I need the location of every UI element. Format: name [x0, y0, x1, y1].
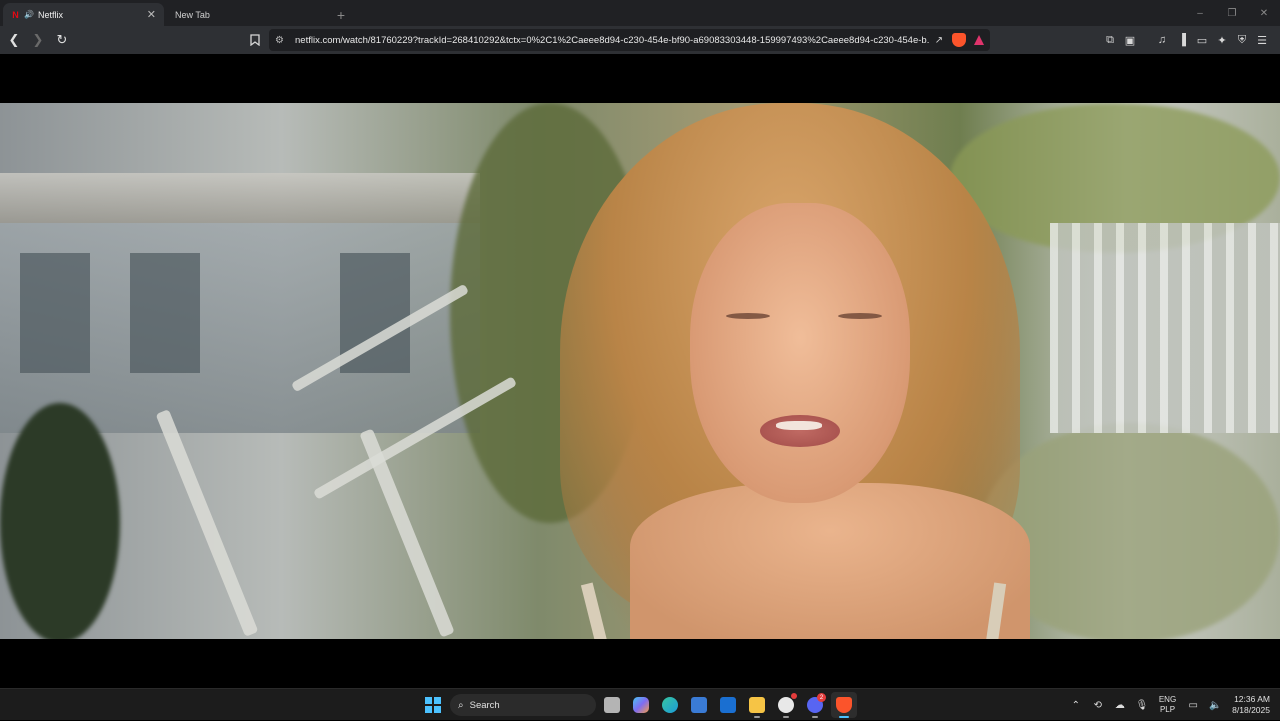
discord-icon[interactable]: 2	[802, 692, 828, 718]
tab-strip: N 🔊 Netflix ✕ New Tab +	[0, 0, 1280, 26]
taskbar-search[interactable]: ⌕ Search	[450, 694, 596, 716]
outlook-icon[interactable]	[715, 692, 741, 718]
speaker-icon[interactable]: 🔊	[24, 10, 34, 19]
brave-shield-icon[interactable]	[952, 33, 966, 47]
github-icon[interactable]	[773, 692, 799, 718]
notification-badge	[791, 693, 797, 699]
search-icon: ⌕	[458, 699, 464, 711]
windows-start-icon[interactable]	[422, 694, 444, 716]
clock-time: 12:36 AM	[1234, 694, 1270, 704]
chevron-up-icon[interactable]: ⌃	[1065, 700, 1087, 711]
brave-icon[interactable]	[831, 692, 857, 718]
reader-icon[interactable]: ▣	[1120, 30, 1140, 50]
tab-new-tab[interactable]: New Tab	[167, 3, 328, 26]
cloud-off-icon[interactable]: ☁	[1109, 700, 1131, 711]
notification-badge: 2	[817, 693, 826, 702]
video-player[interactable]	[0, 54, 1280, 688]
menu-icon[interactable]: ☰	[1252, 30, 1272, 50]
clock[interactable]: 12:36 AM 8/18/2025	[1232, 694, 1270, 716]
media-icon[interactable]: ♫	[1152, 30, 1172, 50]
bookmark-icon[interactable]	[247, 30, 263, 50]
toolbar-right: ⧉ ▣ ♫ ▐ ▭ ✦ ⛨ ☰	[1100, 30, 1272, 50]
sidebar-icon[interactable]: ▐	[1172, 30, 1192, 50]
clock-date: 8/18/2025	[1232, 705, 1270, 715]
search-label: Search	[469, 699, 500, 711]
share-icon[interactable]: ↗	[930, 35, 948, 46]
netflix-favicon-icon: N	[12, 9, 19, 20]
leo-ai-icon[interactable]: ✦	[1212, 30, 1232, 50]
video-frame	[0, 103, 1280, 639]
file-explorer-icon[interactable]	[744, 692, 770, 718]
task-view-icon[interactable]	[599, 692, 625, 718]
back-arrow-icon[interactable]: ❮	[4, 30, 24, 50]
vpn-icon[interactable]: ⛨	[1232, 30, 1252, 50]
taskbar: ⌕ Search 2 ⌃ ⟲ ☁ 🎙 ENG PLP ▭ 🔈 12:36 AM …	[0, 688, 1280, 720]
store-icon[interactable]	[686, 692, 712, 718]
brave-rewards-icon[interactable]	[974, 35, 984, 45]
network-icon[interactable]: ▭	[1182, 700, 1204, 711]
tab-netflix[interactable]: N 🔊 Netflix ✕	[3, 3, 164, 26]
taskbar-apps: ⌕ Search 2	[422, 692, 857, 718]
microphone-icon[interactable]: 🎙	[1131, 700, 1153, 711]
sync-icon[interactable]: ⟲	[1087, 700, 1109, 711]
edge-icon[interactable]	[657, 692, 683, 718]
minimize-button[interactable]: –	[1184, 0, 1216, 26]
restore-button[interactable]: ❐	[1216, 0, 1248, 26]
reload-icon[interactable]: ↻	[52, 30, 72, 50]
close-tab-icon[interactable]: ✕	[147, 8, 156, 21]
tab-title: Netflix	[37, 9, 63, 20]
address-bar[interactable]: ⚙ netflix.com/watch/81760229?trackId=268…	[269, 29, 990, 51]
tune-icon[interactable]: ⚙	[275, 35, 291, 46]
browser-toolbar: ❮ ❯ ↻ ⚙ netflix.com/watch/81760229?track…	[0, 26, 1280, 54]
close-window-button[interactable]: ✕	[1248, 0, 1280, 26]
language-indicator[interactable]: ENG PLP	[1159, 695, 1176, 715]
window-controls: – ❐ ✕	[1184, 0, 1280, 26]
tab-title: New Tab	[175, 9, 210, 20]
copilot-icon[interactable]	[628, 692, 654, 718]
volume-icon[interactable]: 🔈	[1204, 700, 1226, 711]
system-tray: ⌃ ⟲ ☁ 🎙 ENG PLP ▭ 🔈 12:36 AM 8/18/2025	[1065, 689, 1270, 721]
extensions-icon[interactable]: ⧉	[1100, 30, 1120, 50]
wallet-icon[interactable]: ▭	[1192, 30, 1212, 50]
forward-arrow-icon[interactable]: ❯	[28, 30, 48, 50]
new-tab-button[interactable]: +	[328, 3, 354, 26]
url-text[interactable]: netflix.com/watch/81760229?trackId=26841…	[291, 35, 930, 46]
